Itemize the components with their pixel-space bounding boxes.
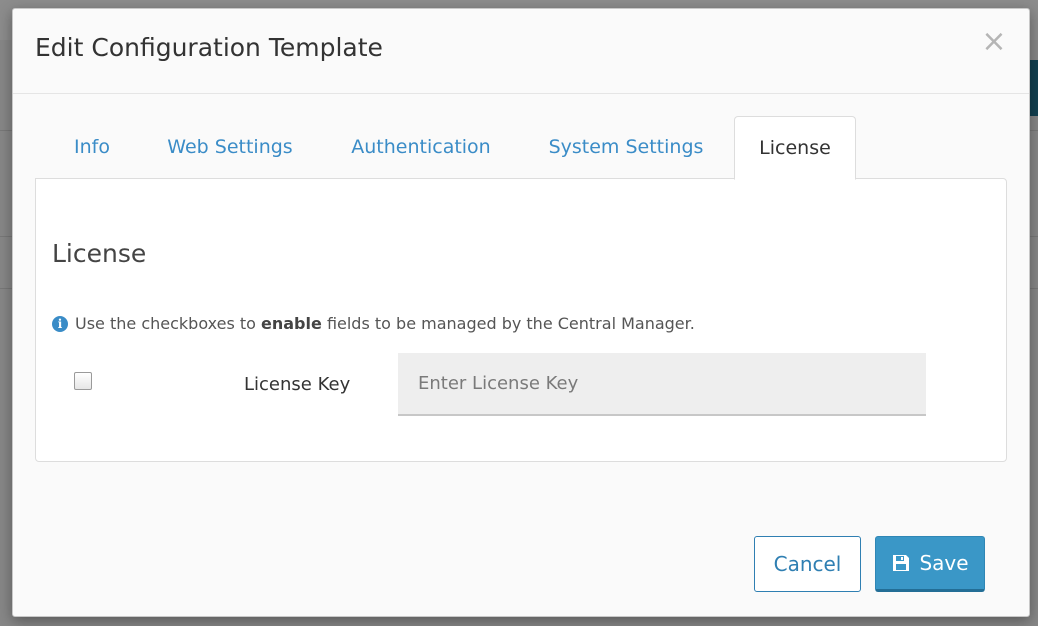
tab-license[interactable]: License (734, 116, 856, 180)
save-button[interactable]: Save (875, 536, 985, 592)
floppy-disk-icon (893, 555, 910, 571)
tab-authentication[interactable]: Authentication (333, 116, 509, 178)
license-key-input[interactable] (398, 353, 926, 416)
tab-system-settings[interactable]: System Settings (533, 116, 719, 178)
tab-info[interactable]: Info (59, 116, 125, 178)
info-message: i Use the checkboxes to enable fields to… (52, 314, 695, 333)
info-circle-icon: i (52, 315, 68, 332)
modal-header: Edit Configuration Template × (13, 9, 1029, 94)
save-label: Save (919, 551, 969, 575)
modal-title: Edit Configuration Template (35, 33, 383, 62)
info-text-prefix: Use the checkboxes to (75, 314, 256, 333)
license-panel: License i Use the checkboxes to enable f… (35, 178, 1007, 462)
info-text-emphasis: enable (261, 314, 322, 333)
section-title: License (52, 239, 147, 268)
license-key-enable-checkbox[interactable] (74, 372, 92, 390)
cancel-button[interactable]: Cancel (754, 536, 861, 592)
close-icon[interactable]: × (981, 27, 1007, 57)
tab-web-settings[interactable]: Web Settings (151, 116, 309, 178)
edit-template-modal: Edit Configuration Template × Info Web S… (12, 8, 1030, 617)
license-key-label: License Key (244, 374, 351, 395)
info-text-suffix: fields to be managed by the Central Mana… (326, 314, 695, 333)
tab-bar: Info Web Settings Authentication System … (35, 116, 1007, 180)
